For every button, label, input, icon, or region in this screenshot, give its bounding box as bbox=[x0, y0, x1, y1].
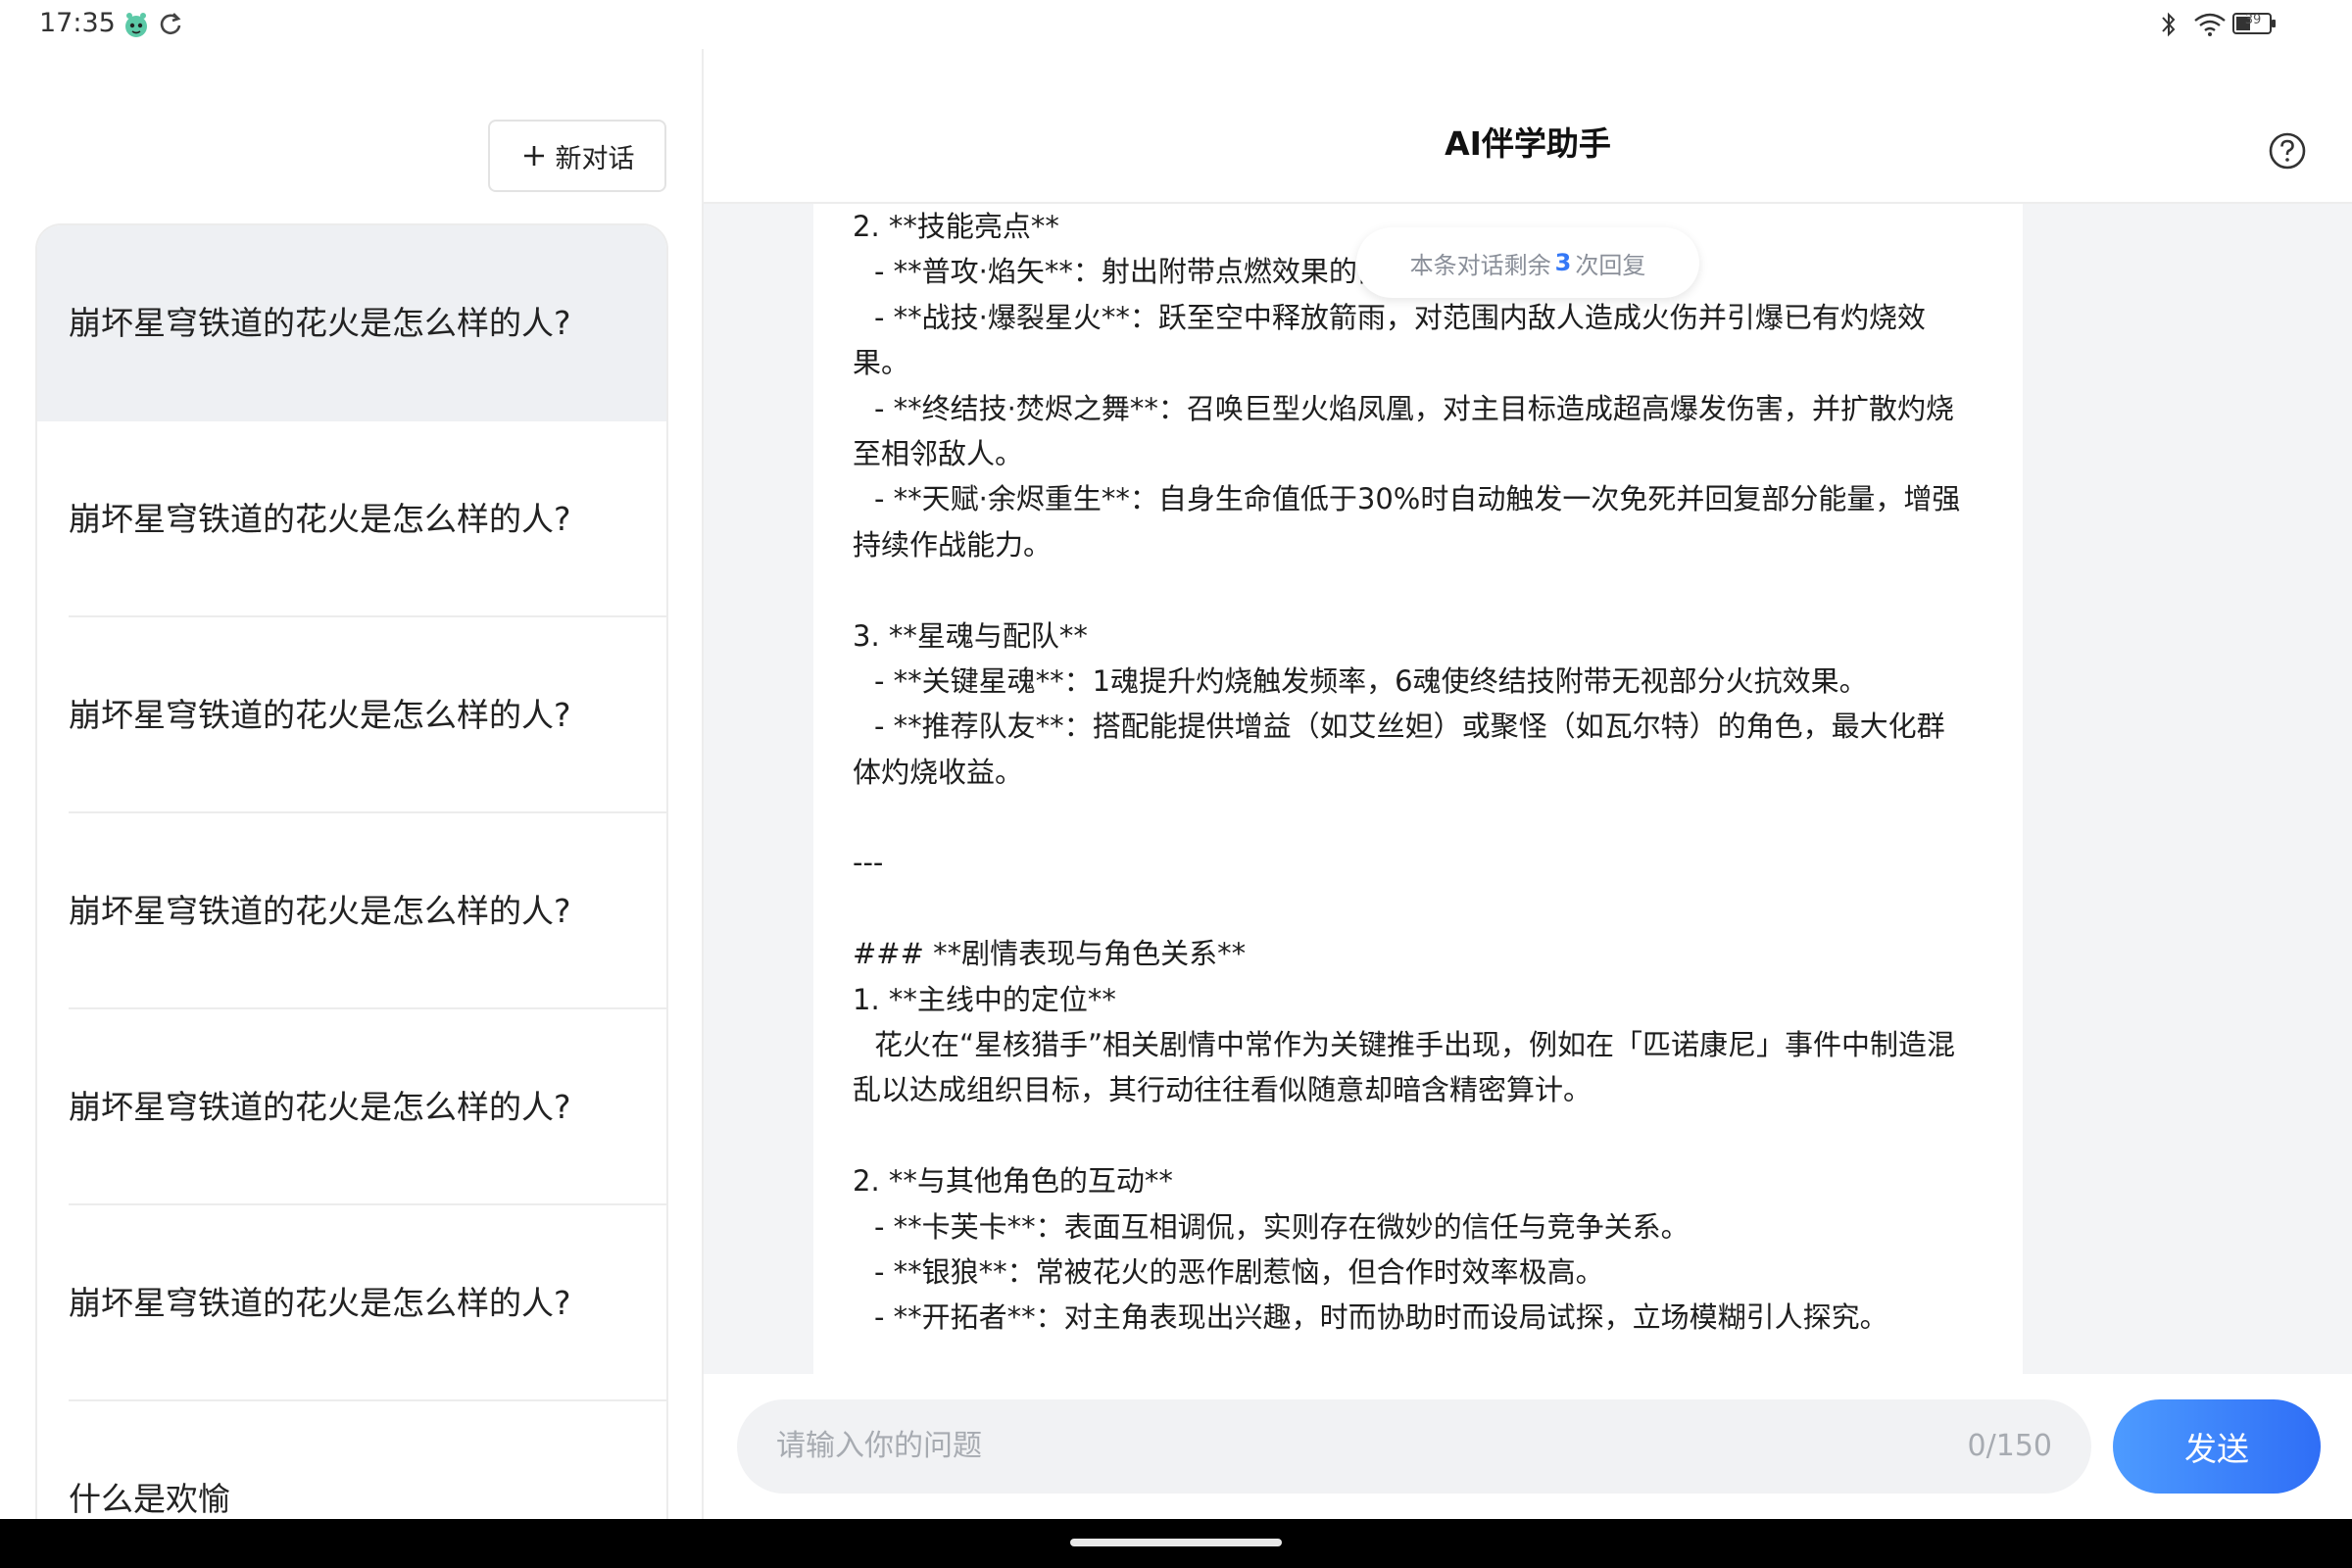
message-line: - **战技·爆裂星火**：跃至空中释放箭雨，对范围内敌人造成火伤并引爆已有灼烧… bbox=[874, 300, 1926, 334]
message-line: 1. **主线中的定位** bbox=[853, 982, 1116, 1016]
plus-icon bbox=[523, 146, 544, 166]
message-line: - **关键星魂**：1魂提升灼烧触发频率，6魂使终结技附带无视部分火抗效果。 bbox=[874, 663, 1868, 698]
new-chat-button[interactable]: 新对话 bbox=[488, 120, 666, 192]
message-line: ### **剧情表现与角色关系** bbox=[853, 937, 1247, 971]
conversation-title: 崩坏星穹铁道的花火是怎么样的人? bbox=[69, 500, 571, 538]
remaining-suffix: 次回复 bbox=[1575, 251, 1646, 279]
message-line: - **开拓者**：对主角表现出兴趣，时而协助时而设局试探，立场模糊引人探究。 bbox=[874, 1300, 1888, 1335]
message-line bbox=[853, 1113, 2009, 1158]
send-button[interactable]: 发送 bbox=[2113, 1399, 2321, 1494]
message-line: - **终结技·焚烬之舞**：召唤巨型火焰凤凰，对主目标造成超高爆发伤害，并扩散… bbox=[874, 391, 1954, 425]
message-line bbox=[853, 886, 2009, 931]
conversation-title: 崩坏星穹铁道的花火是怎么样的人? bbox=[69, 1284, 571, 1322]
remaining-count: 3 bbox=[1554, 249, 1572, 276]
message-line: - **推荐队友**：搭配能提供增益（如艾丝妲）或聚怪（如瓦尔特）的角色，最大化… bbox=[874, 710, 1945, 744]
remaining-prefix: 本条对话剩余 bbox=[1409, 251, 1551, 279]
remaining-replies-notice: 本条对话剩余 3 次回复 bbox=[1356, 227, 1699, 298]
send-label: 发送 bbox=[2184, 1430, 2249, 1468]
message-line bbox=[853, 795, 2009, 840]
message-line: 果。 bbox=[853, 346, 910, 380]
conversation-title: 崩坏星穹铁道的花火是怎么样的人? bbox=[69, 1088, 571, 1126]
message-line: 2. **与其他角色的互动** bbox=[853, 1164, 1173, 1199]
conversation-item[interactable]: 崩坏星穹铁道的花火是怎么样的人? bbox=[37, 1009, 666, 1205]
home-indicator[interactable] bbox=[1070, 1539, 1282, 1546]
conversation-title: 崩坏星穹铁道的花火是怎么样的人? bbox=[69, 304, 571, 342]
message-line: - **天赋·余烬重生**：自身生命值低于30%时自动触发一次免死并回复部分能量… bbox=[874, 482, 1961, 516]
message-line: - **卡芙卡**：表面互相调侃，实则存在微妙的信任与竞争关系。 bbox=[874, 1209, 1690, 1244]
conversation-title: 崩坏星穹铁道的花火是怎么样的人? bbox=[69, 892, 571, 930]
message-line: 体灼烧收益。 bbox=[853, 755, 1024, 789]
message-line: 3. **星魂与配队** bbox=[853, 618, 1088, 653]
message-line: 花火在“星核猎手”相关剧情中常作为关键推手出现，例如在「匹诺康尼」事件中制造混 bbox=[874, 1028, 1956, 1062]
page-title: AI伴学助手 bbox=[1445, 124, 1611, 163]
message-body: 2. **技能亮点** - **普攻·焰矢**：射出附带点燃效果的箭矢，叠加灼烧层… bbox=[853, 204, 2009, 1341]
conversation-item[interactable]: 崩坏星穹铁道的花火是怎么样的人? bbox=[37, 813, 666, 1009]
assistant-message: 2. **技能亮点** - **普攻·焰矢**：射出附带点燃效果的箭矢，叠加灼烧层… bbox=[813, 204, 2023, 1374]
conversation-list: 崩坏星穹铁道的花火是怎么样的人? 崩坏星穹铁道的花火是怎么样的人? 崩坏星穹铁道… bbox=[35, 223, 668, 1527]
conversation-item[interactable]: 崩坏星穹铁道的花火是怎么样的人? bbox=[37, 1205, 666, 1401]
message-line: - **银狼**：常被花火的恶作剧惹恼，但合作时效率极高。 bbox=[874, 1254, 1604, 1289]
conversation-title: 什么是欢愉 bbox=[69, 1480, 230, 1518]
conversation-item[interactable]: 什么是欢愉 bbox=[37, 1401, 666, 1527]
conversation-item[interactable]: 崩坏星穹铁道的花火是怎么样的人? bbox=[37, 421, 666, 617]
message-line: 至相邻敌人。 bbox=[853, 436, 1024, 470]
bluetooth-icon bbox=[2162, 12, 2176, 37]
conversation-item[interactable]: 崩坏星穹铁道的花火是怎么样的人? bbox=[37, 225, 666, 421]
message-line: 乱以达成组织目标，其行动往往看似随意却暗含精密算计。 bbox=[853, 1073, 1592, 1107]
status-bar: 17:35 39 bbox=[0, 0, 2352, 49]
message-line: --- bbox=[853, 846, 884, 880]
conversation-item[interactable]: 崩坏星穹铁道的花火是怎么样的人? bbox=[37, 617, 666, 813]
conversation-title: 崩坏星穹铁道的花火是怎么样的人? bbox=[69, 696, 571, 734]
battery-level: 39 bbox=[2244, 13, 2262, 27]
refresh-icon bbox=[160, 13, 181, 35]
help-icon[interactable] bbox=[2268, 131, 2307, 171]
char-counter: 0/150 bbox=[1967, 1429, 2052, 1463]
status-time: 17:35 bbox=[39, 8, 116, 38]
wifi-icon bbox=[2194, 13, 2226, 36]
new-chat-label: 新对话 bbox=[555, 143, 635, 174]
question-input[interactable]: 请输入你的问题 0/150 bbox=[737, 1399, 2091, 1494]
input-placeholder: 请输入你的问题 bbox=[776, 1429, 982, 1463]
message-line: 持续作战能力。 bbox=[853, 527, 1053, 562]
mascot-icon bbox=[125, 13, 147, 37]
message-line bbox=[853, 567, 2009, 612]
